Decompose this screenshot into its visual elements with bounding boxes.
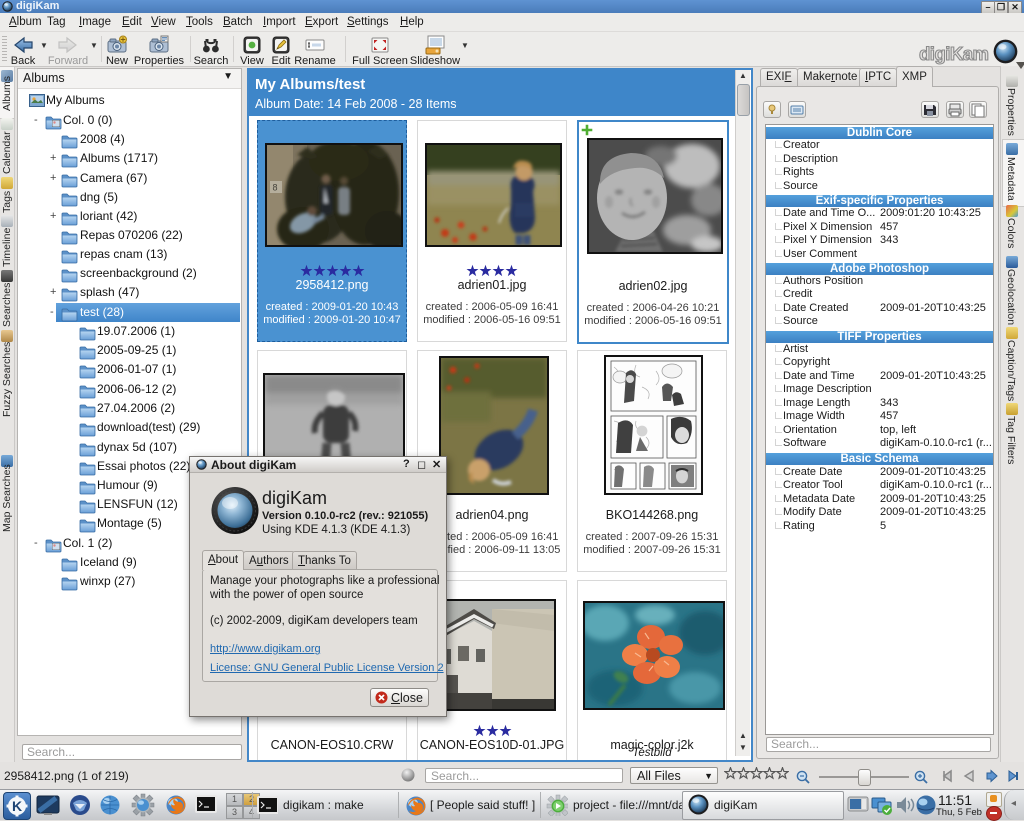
svg-text:8: 8 <box>273 183 278 193</box>
svg-text:K: K <box>12 798 22 814</box>
